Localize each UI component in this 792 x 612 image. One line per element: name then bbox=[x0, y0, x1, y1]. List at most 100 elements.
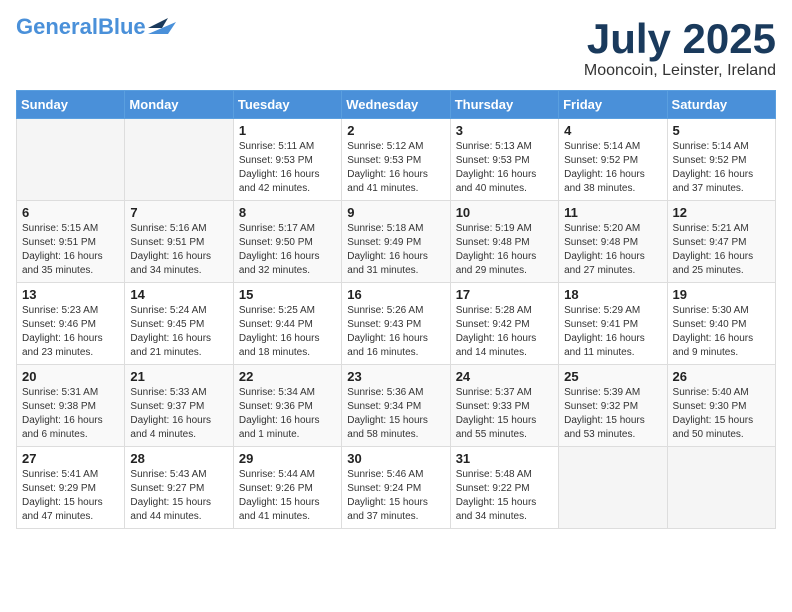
day-info: Sunrise: 5:13 AM Sunset: 9:53 PM Dayligh… bbox=[456, 140, 553, 196]
day-info: Sunrise: 5:18 AM Sunset: 9:49 PM Dayligh… bbox=[347, 222, 444, 278]
weekday-header: Sunday bbox=[17, 91, 125, 119]
calendar-cell: 25Sunrise: 5:39 AM Sunset: 9:32 PM Dayli… bbox=[559, 365, 667, 447]
calendar-cell: 31Sunrise: 5:48 AM Sunset: 9:22 PM Dayli… bbox=[450, 447, 558, 529]
calendar-cell: 18Sunrise: 5:29 AM Sunset: 9:41 PM Dayli… bbox=[559, 283, 667, 365]
location-subtitle: Mooncoin, Leinster, Ireland bbox=[584, 62, 776, 80]
calendar-cell bbox=[125, 119, 233, 201]
weekday-header: Friday bbox=[559, 91, 667, 119]
day-number: 19 bbox=[673, 287, 770, 302]
day-info: Sunrise: 5:28 AM Sunset: 9:42 PM Dayligh… bbox=[456, 304, 553, 360]
calendar-cell: 6 Sunrise: 5:15 AM Sunset: 9:51 PM Daylig… bbox=[17, 201, 125, 283]
day-number: 21 bbox=[130, 369, 227, 384]
day-number: 1 bbox=[239, 123, 336, 138]
calendar-cell: 8Sunrise: 5:17 AM Sunset: 9:50 PM Daylig… bbox=[233, 201, 341, 283]
day-info: Sunrise: 5:12 AM Sunset: 9:53 PM Dayligh… bbox=[347, 140, 444, 196]
day-info: Sunrise: 5:36 AM Sunset: 9:34 PM Dayligh… bbox=[347, 386, 444, 442]
day-info: Sunrise: 5:39 AM Sunset: 9:32 PM Dayligh… bbox=[564, 386, 661, 442]
day-number: 30 bbox=[347, 451, 444, 466]
calendar-week-row: 13 Sunrise: 5:23 AM Sunset: 9:46 PM Dayli… bbox=[17, 283, 776, 365]
calendar-cell bbox=[17, 119, 125, 201]
weekday-header: Monday bbox=[125, 91, 233, 119]
day-info: Sunrise: 5:30 AM Sunset: 9:40 PM Dayligh… bbox=[673, 304, 770, 360]
day-info: Sunrise: 5:19 AM Sunset: 9:48 PM Dayligh… bbox=[456, 222, 553, 278]
day-info: Sunrise: 5:15 AM Sunset: 9:51 PM Dayligh… bbox=[22, 222, 119, 278]
day-number: 14 bbox=[130, 287, 227, 302]
day-number: 7 bbox=[130, 205, 227, 220]
day-info: Sunrise: 5:14 AM Sunset: 9:52 PM Dayligh… bbox=[564, 140, 661, 196]
day-number: 31 bbox=[456, 451, 553, 466]
day-number: 9 bbox=[347, 205, 444, 220]
day-number: 20 bbox=[22, 369, 119, 384]
day-info: Sunrise: 5:31 AM Sunset: 9:38 PM Dayligh… bbox=[22, 386, 119, 442]
day-info: Sunrise: 5:40 AM Sunset: 9:30 PM Dayligh… bbox=[673, 386, 770, 442]
day-number: 15 bbox=[239, 287, 336, 302]
day-number: 27 bbox=[22, 451, 119, 466]
calendar-cell: 26 Sunrise: 5:40 AM Sunset: 9:30 PM Dayli… bbox=[667, 365, 775, 447]
calendar-cell: 4 Sunrise: 5:14 AM Sunset: 9:52 PM Daylig… bbox=[559, 119, 667, 201]
day-info: Sunrise: 5:34 AM Sunset: 9:36 PM Dayligh… bbox=[239, 386, 336, 442]
calendar-cell: 10Sunrise: 5:19 AM Sunset: 9:48 PM Dayli… bbox=[450, 201, 558, 283]
calendar-cell: 19 Sunrise: 5:30 AM Sunset: 9:40 PM Dayli… bbox=[667, 283, 775, 365]
weekday-header: Wednesday bbox=[342, 91, 450, 119]
calendar-week-row: 1 Sunrise: 5:11 AM Sunset: 9:53 PM Daylig… bbox=[17, 119, 776, 201]
day-number: 26 bbox=[673, 369, 770, 384]
calendar-week-row: 6 Sunrise: 5:15 AM Sunset: 9:51 PM Daylig… bbox=[17, 201, 776, 283]
calendar-cell bbox=[559, 447, 667, 529]
logo: GeneralBlue bbox=[16, 16, 176, 38]
calendar-cell: 16Sunrise: 5:26 AM Sunset: 9:43 PM Dayli… bbox=[342, 283, 450, 365]
calendar-cell: 24 Sunrise: 5:37 AM Sunset: 9:33 PM Dayli… bbox=[450, 365, 558, 447]
day-info: Sunrise: 5:46 AM Sunset: 9:24 PM Dayligh… bbox=[347, 468, 444, 524]
day-number: 13 bbox=[22, 287, 119, 302]
calendar-cell: 15Sunrise: 5:25 AM Sunset: 9:44 PM Dayli… bbox=[233, 283, 341, 365]
day-number: 28 bbox=[130, 451, 227, 466]
day-info: Sunrise: 5:21 AM Sunset: 9:47 PM Dayligh… bbox=[673, 222, 770, 278]
day-number: 29 bbox=[239, 451, 336, 466]
calendar-cell: 1 Sunrise: 5:11 AM Sunset: 9:53 PM Daylig… bbox=[233, 119, 341, 201]
calendar-cell: 13 Sunrise: 5:23 AM Sunset: 9:46 PM Dayli… bbox=[17, 283, 125, 365]
calendar-cell: 9 Sunrise: 5:18 AM Sunset: 9:49 PM Daylig… bbox=[342, 201, 450, 283]
calendar-cell: 22Sunrise: 5:34 AM Sunset: 9:36 PM Dayli… bbox=[233, 365, 341, 447]
day-info: Sunrise: 5:37 AM Sunset: 9:33 PM Dayligh… bbox=[456, 386, 553, 442]
day-number: 23 bbox=[347, 369, 444, 384]
calendar-cell: 20 Sunrise: 5:31 AM Sunset: 9:38 PM Dayli… bbox=[17, 365, 125, 447]
day-number: 2 bbox=[347, 123, 444, 138]
calendar-cell: 23 Sunrise: 5:36 AM Sunset: 9:34 PM Dayli… bbox=[342, 365, 450, 447]
weekday-header: Tuesday bbox=[233, 91, 341, 119]
logo-text: GeneralBlue bbox=[16, 16, 146, 38]
day-number: 4 bbox=[564, 123, 661, 138]
calendar-cell: 3 Sunrise: 5:13 AM Sunset: 9:53 PM Daylig… bbox=[450, 119, 558, 201]
day-info: Sunrise: 5:41 AM Sunset: 9:29 PM Dayligh… bbox=[22, 468, 119, 524]
weekday-header: Thursday bbox=[450, 91, 558, 119]
day-number: 5 bbox=[673, 123, 770, 138]
calendar-cell: 5 Sunrise: 5:14 AM Sunset: 9:52 PM Daylig… bbox=[667, 119, 775, 201]
calendar-cell: 30 Sunrise: 5:46 AM Sunset: 9:24 PM Dayli… bbox=[342, 447, 450, 529]
calendar-week-row: 27 Sunrise: 5:41 AM Sunset: 9:29 PM Dayli… bbox=[17, 447, 776, 529]
calendar-cell: 11 Sunrise: 5:20 AM Sunset: 9:48 PM Dayli… bbox=[559, 201, 667, 283]
day-number: 11 bbox=[564, 205, 661, 220]
calendar-header-row: SundayMondayTuesdayWednesdayThursdayFrid… bbox=[17, 91, 776, 119]
day-info: Sunrise: 5:20 AM Sunset: 9:48 PM Dayligh… bbox=[564, 222, 661, 278]
calendar-cell: 2 Sunrise: 5:12 AM Sunset: 9:53 PM Daylig… bbox=[342, 119, 450, 201]
day-info: Sunrise: 5:43 AM Sunset: 9:27 PM Dayligh… bbox=[130, 468, 227, 524]
calendar-cell: 7Sunrise: 5:16 AM Sunset: 9:51 PM Daylig… bbox=[125, 201, 233, 283]
day-number: 3 bbox=[456, 123, 553, 138]
calendar-cell: 28 Sunrise: 5:43 AM Sunset: 9:27 PM Dayli… bbox=[125, 447, 233, 529]
calendar-cell: 17 Sunrise: 5:28 AM Sunset: 9:42 PM Dayli… bbox=[450, 283, 558, 365]
day-info: Sunrise: 5:11 AM Sunset: 9:53 PM Dayligh… bbox=[239, 140, 336, 196]
calendar-cell: 14 Sunrise: 5:24 AM Sunset: 9:45 PM Dayli… bbox=[125, 283, 233, 365]
month-title: July 2025 bbox=[584, 16, 776, 62]
day-info: Sunrise: 5:33 AM Sunset: 9:37 PM Dayligh… bbox=[130, 386, 227, 442]
day-number: 6 bbox=[22, 205, 119, 220]
day-number: 12 bbox=[673, 205, 770, 220]
day-number: 17 bbox=[456, 287, 553, 302]
calendar-cell: 21 Sunrise: 5:33 AM Sunset: 9:37 PM Dayli… bbox=[125, 365, 233, 447]
title-block: July 2025 Mooncoin, Leinster, Ireland bbox=[584, 16, 776, 80]
day-number: 24 bbox=[456, 369, 553, 384]
calendar-cell: 29Sunrise: 5:44 AM Sunset: 9:26 PM Dayli… bbox=[233, 447, 341, 529]
day-info: Sunrise: 5:14 AM Sunset: 9:52 PM Dayligh… bbox=[673, 140, 770, 196]
calendar-week-row: 20 Sunrise: 5:31 AM Sunset: 9:38 PM Dayli… bbox=[17, 365, 776, 447]
calendar-cell: 12 Sunrise: 5:21 AM Sunset: 9:47 PM Dayli… bbox=[667, 201, 775, 283]
day-info: Sunrise: 5:23 AM Sunset: 9:46 PM Dayligh… bbox=[22, 304, 119, 360]
day-info: Sunrise: 5:24 AM Sunset: 9:45 PM Dayligh… bbox=[130, 304, 227, 360]
day-number: 18 bbox=[564, 287, 661, 302]
